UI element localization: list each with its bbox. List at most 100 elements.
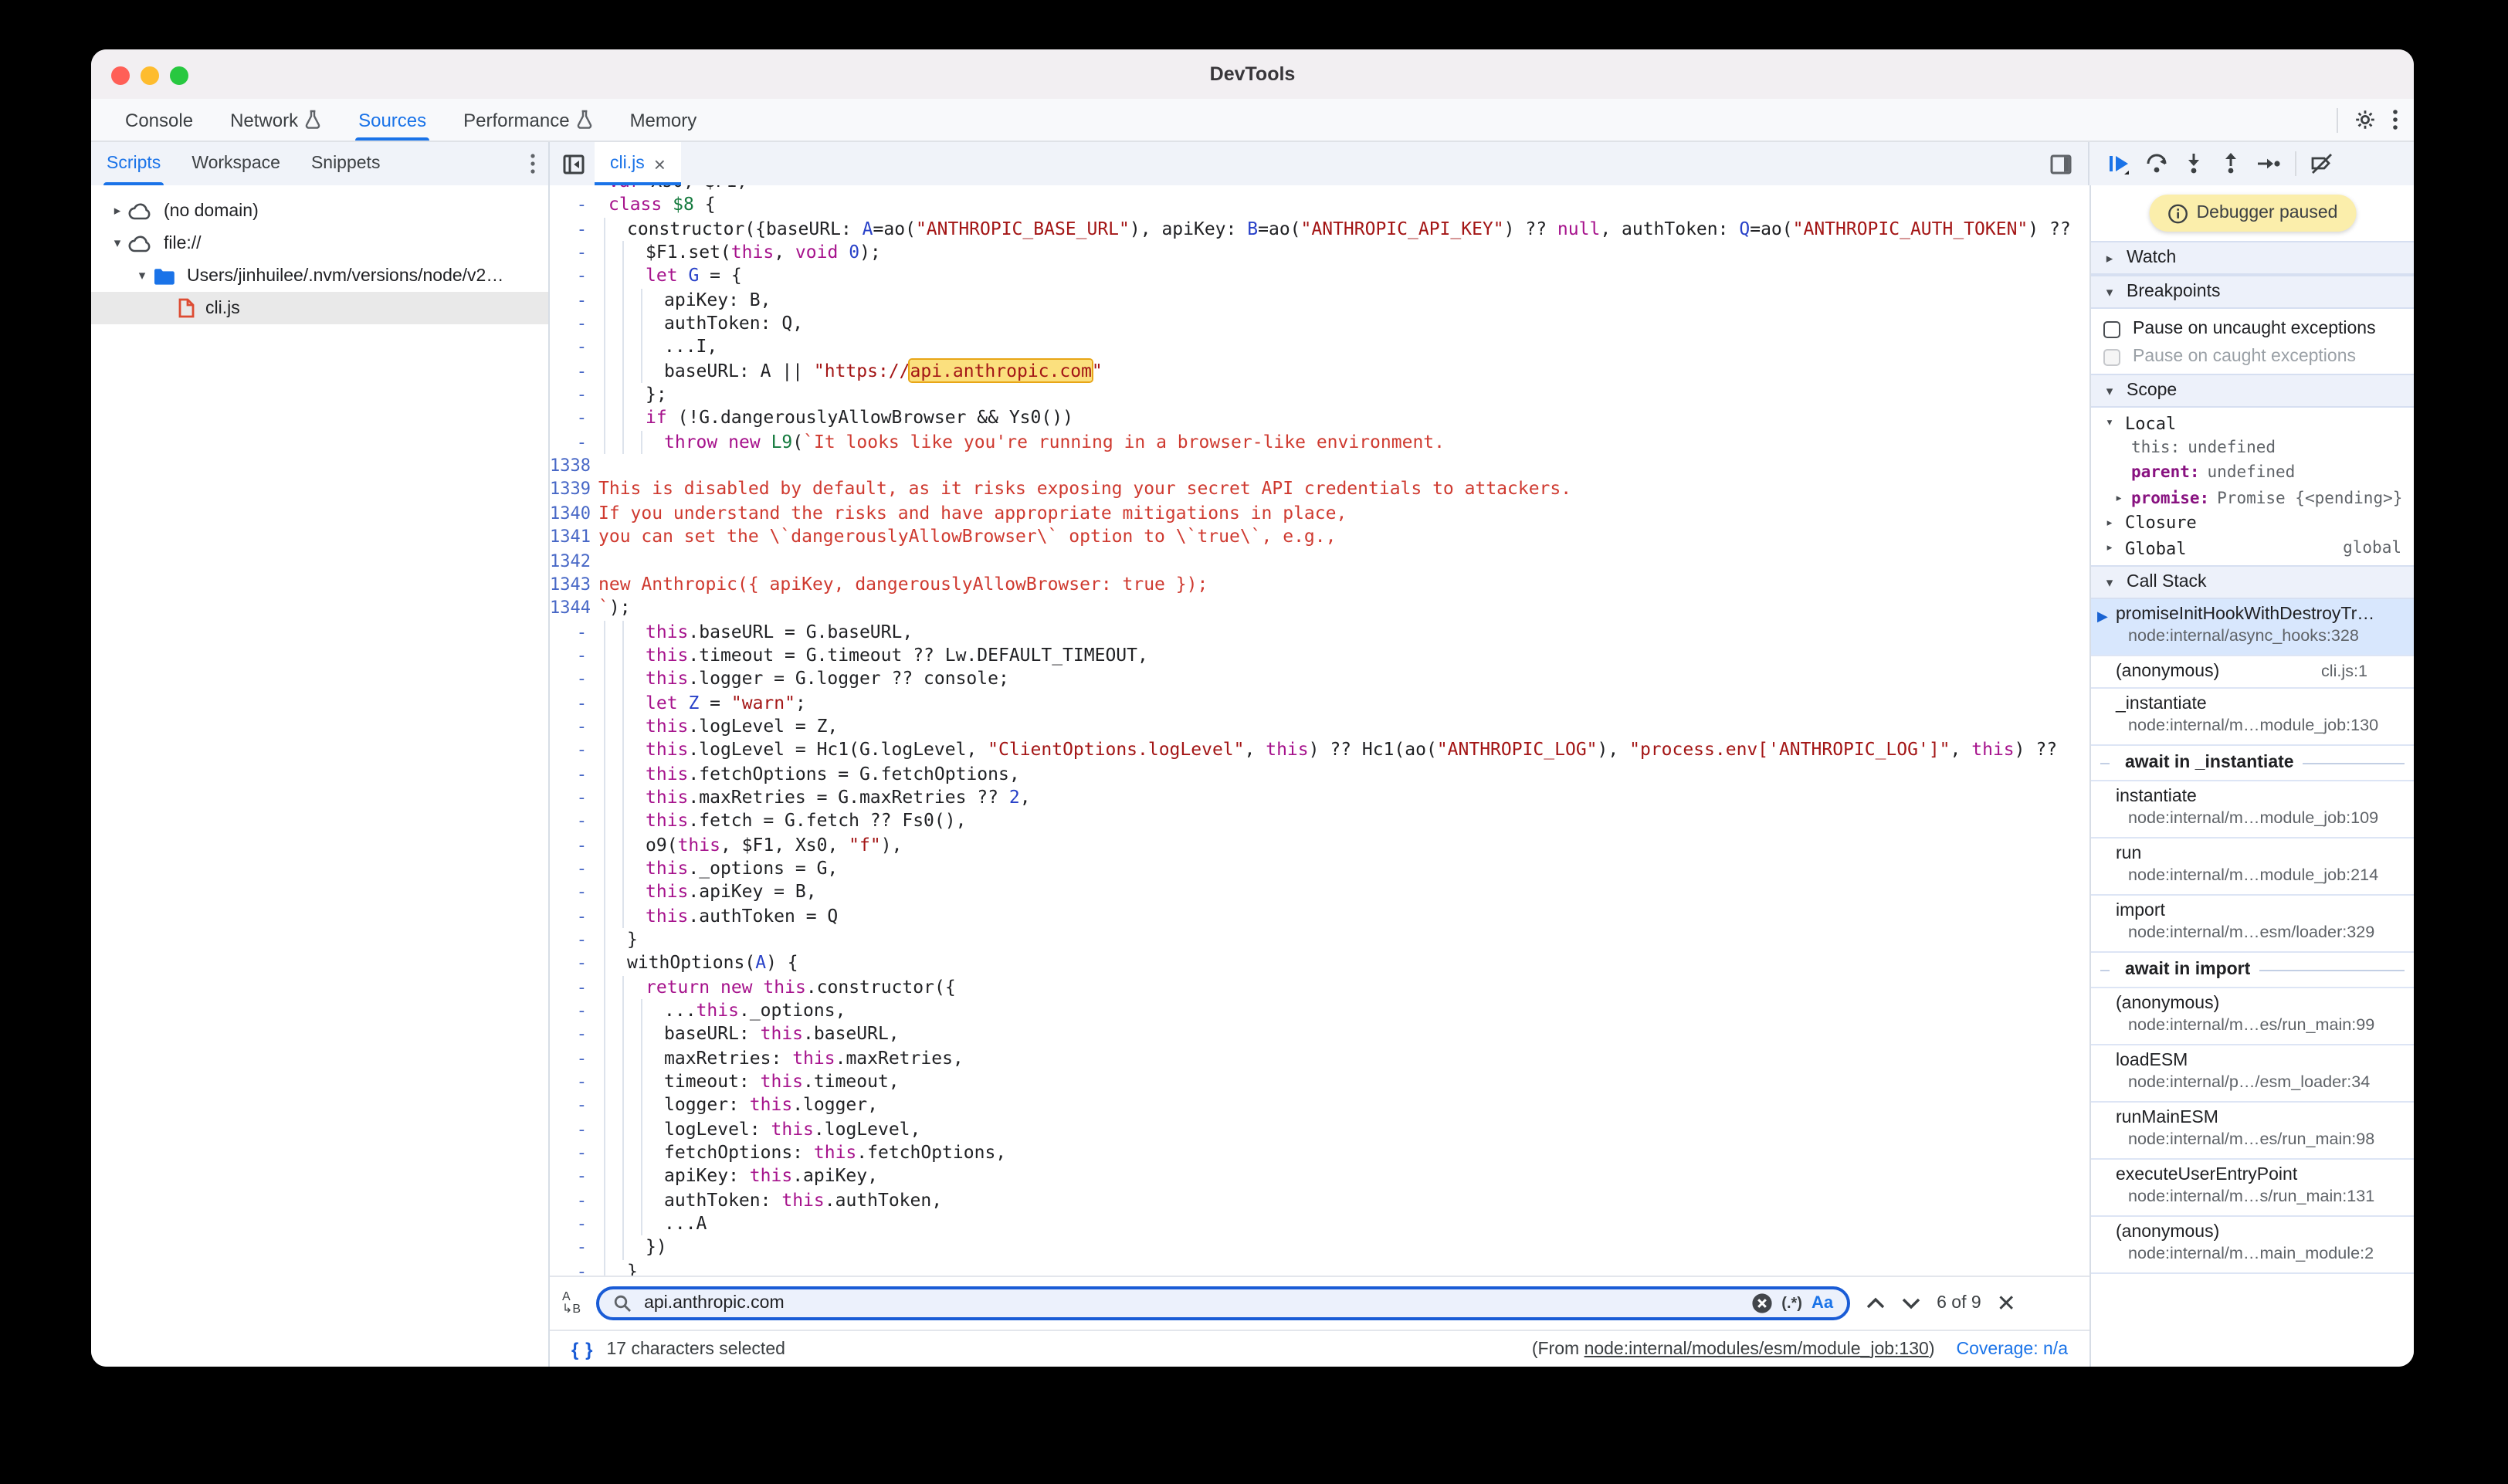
code-line[interactable]: -this.maxRetries = G.maxRetries ?? 2,: [550, 786, 2089, 810]
coverage-link[interactable]: Coverage: n/a: [1957, 1340, 2069, 1358]
chevron-right-icon[interactable]: ▸: [2103, 516, 2116, 531]
navigator-tab-scripts[interactable]: Scripts: [91, 142, 176, 185]
code-line[interactable]: 1343new Anthropic({ apiKey, dangerouslyA…: [550, 573, 2089, 597]
navigator-tab-workspace[interactable]: Workspace: [176, 142, 296, 185]
code-line[interactable]: -$F1.set(this, void 0);: [550, 241, 2089, 265]
chevron-right-icon[interactable]: ▸: [107, 202, 128, 219]
code-line[interactable]: -return new this.constructor({: [550, 975, 2089, 999]
panel-tab-performance[interactable]: Performance: [445, 99, 611, 141]
next-match-icon[interactable]: [1901, 1297, 1921, 1310]
navigator-kebab-icon[interactable]: [530, 153, 536, 174]
gutter-dash[interactable]: -: [550, 881, 587, 905]
navigator-tab-snippets[interactable]: Snippets: [296, 142, 396, 185]
gutter-dash[interactable]: -: [550, 620, 587, 644]
section-watch[interactable]: ▸ Watch: [2091, 241, 2414, 275]
step-over-icon[interactable]: [2145, 153, 2168, 174]
code-line[interactable]: -authToken: Q,: [550, 312, 2089, 336]
code-line[interactable]: -this.logger = G.logger ?? console;: [550, 667, 2089, 691]
code-line[interactable]: -this.fetch = G.fetch ?? Fs0(),: [550, 810, 2089, 834]
chevron-down-icon[interactable]: ▾: [131, 267, 153, 284]
code-line[interactable]: -apiKey: this.apiKey,: [550, 1165, 2089, 1189]
gutter-dash[interactable]: -: [550, 241, 587, 265]
gutter-dash[interactable]: -: [550, 1260, 587, 1276]
scope-group-closure[interactable]: ▸Closure: [2091, 511, 2414, 536]
gutter-dash[interactable]: -: [550, 975, 587, 999]
gutter-dash[interactable]: -: [550, 265, 587, 289]
pause-option-0[interactable]: Pause on uncaught exceptions: [2091, 315, 2414, 343]
code-line[interactable]: 1340If you understand the risks and have…: [550, 502, 2089, 526]
code-line[interactable]: -...this._options,: [550, 999, 2089, 1023]
code-line[interactable]: -logger: this.logger,: [550, 1094, 2089, 1118]
section-breakpoints[interactable]: ▾ Breakpoints: [2091, 275, 2414, 309]
gutter-dash[interactable]: -: [550, 1212, 587, 1236]
settings-gear-icon[interactable]: [2354, 108, 2377, 131]
gutter-dash[interactable]: -: [550, 715, 587, 739]
stack-frame[interactable]: (anonymous)node:internal/m…es/run_main:9…: [2091, 988, 2414, 1045]
close-find-bar-icon[interactable]: ✕: [1997, 1292, 2016, 1315]
scope-var-this[interactable]: this:undefined: [2091, 435, 2414, 460]
code-line[interactable]: -this.timeout = G.timeout ?? Lw.DEFAULT_…: [550, 644, 2089, 668]
stack-frame[interactable]: (anonymous)cli.js:1: [2091, 656, 2414, 689]
gutter-dash[interactable]: -: [550, 217, 587, 241]
tree-item--no-domain-[interactable]: ▸(no domain): [91, 195, 548, 227]
code-line[interactable]: -let G = {: [550, 265, 2089, 289]
gutter-dash[interactable]: -: [550, 312, 587, 336]
tree-item-cli-js[interactable]: cli.js: [91, 292, 548, 324]
chevron-right-icon[interactable]: ▸: [2103, 540, 2116, 556]
code-line[interactable]: -}: [550, 1260, 2089, 1276]
tree-item-users-jinhuilee-nvm-versions-node-v2-[interactable]: ▾Users/jinhuilee/.nvm/versions/node/v2…: [91, 259, 548, 292]
gutter-dash[interactable]: -: [550, 1236, 587, 1260]
stack-frame[interactable]: (anonymous)node:internal/m…main_module:2: [2091, 1217, 2414, 1274]
gutter-dash[interactable]: -: [550, 1118, 587, 1142]
panel-tab-network[interactable]: Network: [212, 99, 340, 141]
gutter-dash[interactable]: -: [550, 383, 587, 407]
code-line[interactable]: -this.logLevel = Z,: [550, 715, 2089, 739]
code-line[interactable]: -this.apiKey = B,: [550, 881, 2089, 905]
code-line[interactable]: -this.baseURL = G.baseURL,: [550, 620, 2089, 644]
gutter-dash[interactable]: -: [550, 288, 587, 312]
code-line[interactable]: -logLevel: this.logLevel,: [550, 1118, 2089, 1142]
gutter-line-number[interactable]: 1338: [550, 454, 587, 478]
chevron-right-icon[interactable]: ▸: [2113, 490, 2125, 506]
code-line[interactable]: -};: [550, 383, 2089, 407]
panel-tab-sources[interactable]: Sources: [340, 99, 445, 141]
gutter-dash[interactable]: -: [550, 952, 587, 976]
stack-frame[interactable]: importnode:internal/m…esm/loader:329: [2091, 896, 2414, 953]
code-line[interactable]: -baseURL: this.baseURL,: [550, 1023, 2089, 1047]
code-line[interactable]: -withOptions(A) {: [550, 952, 2089, 976]
match-case-toggle-icon[interactable]: Aa: [1812, 1294, 1833, 1313]
code-line[interactable]: -timeout: this.timeout,: [550, 1070, 2089, 1094]
gutter-dash[interactable]: -: [550, 1189, 587, 1213]
code-line[interactable]: -constructor({baseURL: A=ao("ANTHROPIC_B…: [550, 217, 2089, 241]
gutter-dash[interactable]: -: [550, 833, 587, 857]
code-line[interactable]: -}: [550, 928, 2089, 952]
stack-frame[interactable]: ▶promiseInitHookWithDestroyTr…node:inter…: [2091, 599, 2414, 656]
chevron-down-icon[interactable]: ▾: [107, 235, 128, 252]
search-input[interactable]: [641, 1293, 1741, 1314]
gutter-dash[interactable]: -: [550, 667, 587, 691]
code-line[interactable]: 1341you can set the \`dangerouslyAllowBr…: [550, 525, 2089, 549]
stack-frame[interactable]: instantiatenode:internal/m…module_job:10…: [2091, 781, 2414, 839]
source-editor[interactable]: var Xs0, $F1;-class $8 {-constructor({ba…: [550, 185, 2089, 1276]
more-options-kebab-icon[interactable]: [2392, 108, 2398, 131]
deactivate-breakpoints-icon[interactable]: [2310, 153, 2333, 174]
toggle-debugger-sidebar-icon[interactable]: [2049, 152, 2072, 175]
section-call-stack[interactable]: ▾ Call Stack: [2091, 565, 2414, 599]
gutter-dash[interactable]: -: [550, 1070, 587, 1094]
gutter-dash[interactable]: -: [550, 1141, 587, 1165]
step-out-icon[interactable]: [2219, 153, 2242, 174]
code-line[interactable]: -this.fetchOptions = G.fetchOptions,: [550, 762, 2089, 786]
code-line[interactable]: 1344`);: [550, 596, 2089, 620]
gutter-line-number[interactable]: 1344: [550, 596, 587, 620]
panel-tab-memory[interactable]: Memory: [612, 99, 716, 141]
gutter-line-number[interactable]: 1343: [550, 573, 587, 597]
tree-item-file-[interactable]: ▾file://: [91, 227, 548, 259]
stack-frame[interactable]: runMainESMnode:internal/m…es/run_main:98: [2091, 1103, 2414, 1160]
code-line[interactable]: -baseURL: A || "https://api.anthropic.co…: [550, 360, 2089, 384]
gutter-dash[interactable]: -: [550, 1165, 587, 1189]
source-origin-link[interactable]: node:internal/modules/esm/module_job:130: [1584, 1340, 1929, 1358]
code-line[interactable]: -...I,: [550, 336, 2089, 360]
gutter-dash[interactable]: -: [550, 691, 587, 715]
gutter-dash[interactable]: -: [550, 1023, 587, 1047]
tab-close-icon[interactable]: ×: [654, 154, 666, 174]
